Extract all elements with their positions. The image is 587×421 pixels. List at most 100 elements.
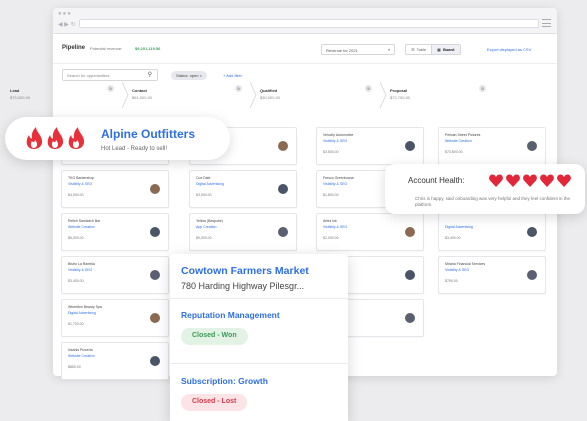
pipeline-header: Pipeline Potential revenue: $9,201,119.5…: [53, 34, 557, 64]
avatar[interactable]: [150, 313, 160, 323]
add-filter-button[interactable]: + Add filter: [223, 73, 242, 78]
avatar[interactable]: [405, 141, 415, 151]
card-service: Digital Advertising: [68, 311, 96, 315]
service-reputation[interactable]: Reputation Management: [181, 310, 280, 320]
card-title: Artful Ink: [323, 219, 337, 223]
opportunity-card[interactable]: Pelican Street Pictures Website Creation $…: [438, 127, 546, 165]
lead-status: Hot Lead - Ready to sell!: [101, 146, 168, 152]
opportunity-card[interactable]: Cox Dale Digital Advertising $3,000.00: [189, 170, 297, 208]
card-service: Visibility & SEO: [68, 182, 93, 186]
card-amount: $3,400.00: [445, 236, 461, 240]
card-title: Fresco Greenhouse: [323, 176, 354, 180]
card-amount: $850.00: [68, 365, 81, 369]
health-note: Chris is happy, said onboarding was very…: [415, 196, 571, 207]
search-icon[interactable]: ⚲: [148, 71, 152, 78]
window-controls[interactable]: ●●●: [58, 11, 72, 17]
card-title: Mirana Financial Services: [445, 262, 486, 266]
card-service: App Creation: [196, 225, 217, 229]
card-title: Yellow (Bespoke): [196, 219, 223, 223]
board-icon: ▦: [437, 47, 441, 52]
export-csv-link[interactable]: Export displayed as CSV: [487, 47, 531, 52]
stage-proposal[interactable]: Proposal $72,700.00 5: [386, 82, 498, 108]
status-filter-chip[interactable]: Status: open ×: [171, 71, 207, 80]
heart-icon: [489, 174, 503, 187]
board-view-button[interactable]: ▦ Board: [431, 45, 460, 54]
view-toggle[interactable]: ☰ Table ▦ Board: [405, 44, 461, 55]
table-view-button[interactable]: ☰ Table: [406, 45, 431, 54]
opportunity-card[interactable]: Bistro La Rambla Visibility & SEO $3,400.0…: [61, 256, 169, 294]
avatar[interactable]: [278, 184, 288, 194]
stage-count: 5: [479, 85, 486, 92]
stage-contact[interactable]: Contact $61,000.00 5: [128, 82, 257, 108]
avatar[interactable]: [150, 184, 160, 194]
board-view-label: Board: [442, 47, 455, 52]
stage-count: 5: [365, 85, 372, 92]
flame-icon: [26, 127, 85, 149]
status-badge-won: Closed - Won: [181, 328, 248, 345]
card-title: TKO Barbershop: [68, 176, 95, 180]
opportunity-card[interactable]: Digital Advertising $3,400.00: [438, 213, 546, 251]
account-name[interactable]: Cowtown Farmers Market: [181, 265, 309, 277]
opportunity-card[interactable]: TKO Barbershop Visibility & SEO $4,000.00: [61, 170, 169, 208]
account-detail-popup: Cowtown Farmers Market 780 Harding Highw…: [170, 254, 348, 421]
avatar[interactable]: [150, 356, 160, 366]
stage-name: Qualified: [260, 88, 278, 93]
card-amount: $1,800.00: [323, 193, 339, 197]
stage-name: Lead: [10, 88, 20, 93]
card-amount: $1,700.00: [68, 322, 84, 326]
card-service: Website Creation: [68, 354, 95, 358]
card-service: Digital Advertising: [196, 182, 224, 186]
url-bar[interactable]: [79, 19, 539, 28]
opportunity-card[interactable]: Wheelton Beauty Spa Digital Advertising $1…: [61, 299, 169, 337]
card-service: Visibility & SEO: [68, 268, 93, 272]
avatar[interactable]: [405, 227, 415, 237]
opportunity-card[interactable]: Yellow (Bespoke) App Creation $9,000.00: [189, 213, 297, 251]
opportunity-card[interactable]: Mirana Financial Services Visibility & SE…: [438, 256, 546, 294]
opportunity-card[interactable]: Relish Sandwich Bar Website Creation $5,00…: [61, 213, 169, 251]
card-amount: $73,800.00: [445, 150, 463, 154]
card-title: Cox Dale: [196, 176, 211, 180]
nav-arrows-icon[interactable]: ◀ ▶ ↻: [58, 21, 76, 28]
search-input[interactable]: Search for opportunities ⚲: [62, 69, 158, 81]
avatar[interactable]: [278, 141, 288, 151]
avatar[interactable]: [405, 313, 415, 323]
opportunity-card[interactable]: Artful Ink Visibility & SEO $2,000.00: [316, 213, 424, 251]
divider: [170, 298, 348, 299]
hot-lead-popup: Alpine Outfitters Hot Lead - Ready to se…: [5, 117, 230, 160]
avatar[interactable]: [150, 270, 160, 280]
card-service: Visibility & SEO: [323, 225, 348, 229]
company-name[interactable]: Alpine Outfitters: [101, 127, 195, 141]
stage-amount: $75,000.00: [10, 95, 31, 100]
heart-icon: [523, 174, 537, 187]
stage-qualified[interactable]: Qualified $30,000.00 5: [256, 82, 387, 108]
heart-rating: [489, 174, 571, 187]
pipeline-stages: Lead $75,000.00 5 Contact $61,000.00 5 Qualifi…: [6, 82, 498, 108]
card-title: Wheelton Beauty Spa: [68, 305, 102, 309]
avatar[interactable]: [527, 227, 537, 237]
card-amount: $2,000.00: [323, 236, 339, 240]
chevron-down-icon: ▾: [387, 47, 390, 52]
stage-lead[interactable]: Lead $75,000.00 5: [6, 82, 129, 108]
card-title: Velocity Automotive: [323, 133, 354, 137]
close-icon[interactable]: ×: [200, 73, 202, 78]
opportunity-card[interactable]: Velocity Automotive Visibility & SEO $3,50…: [316, 127, 424, 165]
browser-chrome: ●●● ◀ ▶ ↻: [53, 8, 557, 34]
heart-icon: [540, 174, 554, 187]
card-service: Visibility & SEO: [445, 268, 470, 272]
heart-icon: [506, 174, 520, 187]
avatar[interactable]: [405, 270, 415, 280]
avatar[interactable]: [150, 227, 160, 237]
avatar[interactable]: [527, 270, 537, 280]
revenue-select[interactable]: Revenue for 2021 ▾: [321, 44, 395, 55]
avatar[interactable]: [278, 227, 288, 237]
menu-icon[interactable]: [542, 19, 551, 27]
card-amount: $4,000.00: [68, 193, 84, 197]
health-label: Account Health:: [408, 176, 465, 185]
opportunity-card[interactable]: Insanis Pizzeria Website Creation $850.00: [61, 342, 169, 380]
card-service: Digital Advertising: [445, 225, 473, 229]
revenue-value: $9,201,119.56: [135, 46, 161, 51]
heart-icon: [557, 174, 571, 187]
avatar[interactable]: [527, 141, 537, 151]
service-subscription[interactable]: Subscription: Growth: [181, 376, 268, 386]
card-title: Bistro La Rambla: [68, 262, 95, 266]
